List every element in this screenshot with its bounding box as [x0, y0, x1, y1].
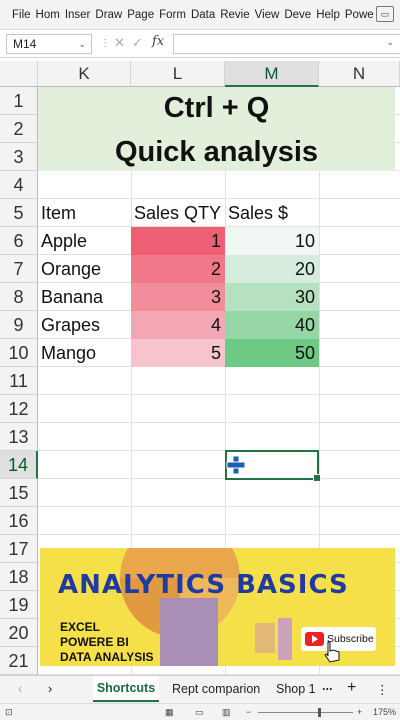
- zoom-level[interactable]: 175%: [373, 707, 396, 717]
- chevron-left-icon[interactable]: ‹: [18, 682, 22, 696]
- cell-item[interactable]: Grapes: [41, 311, 131, 339]
- ribbon-tab-review[interactable]: Revie: [220, 9, 249, 21]
- ribbon-tab-insert[interactable]: Inser: [65, 9, 91, 21]
- row-header[interactable]: 11: [0, 367, 38, 395]
- page-break-view-icon[interactable]: ▥: [222, 707, 231, 718]
- more-sheets-button[interactable]: ...: [322, 679, 332, 693]
- cell-sales[interactable]: 20: [225, 255, 319, 283]
- cancel-enter-icons: ✕✓: [114, 35, 150, 50]
- chevron-down-icon[interactable]: ⌄: [78, 35, 86, 53]
- cell-sales[interactable]: 40: [225, 311, 319, 339]
- row-header[interactable]: 16: [0, 507, 38, 535]
- ribbon-tab-power[interactable]: Powe: [345, 9, 374, 21]
- banner-line: DATA ANALYSIS: [60, 650, 154, 664]
- cell-item[interactable]: Banana: [41, 283, 131, 311]
- tab-rept-comparion[interactable]: Rept comparion: [172, 682, 260, 696]
- cell-sales[interactable]: 50: [225, 339, 319, 367]
- title-shortcut: Ctrl + Q: [163, 92, 270, 124]
- row-header[interactable]: 17: [0, 535, 38, 563]
- row-header[interactable]: 1: [0, 87, 38, 115]
- column-header-n[interactable]: N: [319, 61, 400, 87]
- cell-select-cursor-icon: [226, 455, 246, 475]
- hand-pointer-icon: [324, 641, 340, 663]
- ribbon-tab-view[interactable]: View: [255, 9, 280, 21]
- cell-qty[interactable]: 3: [131, 283, 225, 311]
- formula-input[interactable]: ⌄: [173, 34, 400, 54]
- comments-icon[interactable]: ▭: [376, 6, 394, 22]
- add-sheet-button[interactable]: +: [347, 679, 356, 697]
- header-sales-amount[interactable]: Sales $: [228, 199, 319, 227]
- column-header-k[interactable]: K: [38, 61, 131, 87]
- column-header-m[interactable]: M: [225, 61, 319, 87]
- cell-sales[interactable]: 10: [225, 227, 319, 255]
- ribbon-tab-data[interactable]: Data: [191, 9, 215, 21]
- macro-record-icon[interactable]: ⊡: [5, 707, 13, 718]
- name-box-value: M14: [13, 37, 37, 51]
- ribbon-tab-home[interactable]: Hom: [36, 9, 60, 21]
- promo-banner[interactable]: ANALYTICS BASICS EXCEL POWERE BI DATA AN…: [40, 548, 395, 666]
- chevron-right-icon[interactable]: ›: [48, 682, 52, 696]
- ribbon-tab-file[interactable]: File: [12, 9, 31, 21]
- cell-qty[interactable]: 4: [131, 311, 225, 339]
- ribbon-tabs: File Hom Inser Draw Page Form Data Revie…: [0, 0, 400, 30]
- row-header[interactable]: 20: [0, 619, 38, 647]
- row-header[interactable]: 21: [0, 647, 38, 675]
- tab-shortcuts[interactable]: Shortcuts: [93, 676, 159, 702]
- cell-item[interactable]: Apple: [41, 227, 131, 255]
- drag-handle-icon[interactable]: ⋮: [100, 38, 110, 49]
- row-header[interactable]: 18: [0, 563, 38, 591]
- zoom-in-button[interactable]: +: [357, 707, 362, 717]
- select-all-corner[interactable]: [0, 61, 38, 87]
- row-header[interactable]: 9: [0, 311, 38, 339]
- expand-formula-icon[interactable]: ⌄: [386, 37, 394, 48]
- normal-view-icon[interactable]: ▦: [165, 707, 174, 718]
- banner-line: EXCEL: [60, 620, 101, 634]
- row-header[interactable]: 12: [0, 395, 38, 423]
- row-header-selected[interactable]: 14: [0, 451, 38, 479]
- cell-qty[interactable]: 1: [131, 227, 225, 255]
- row-header[interactable]: 3: [0, 143, 38, 171]
- zoom-slider-handle[interactable]: [318, 708, 321, 717]
- row-header[interactable]: 10: [0, 339, 38, 367]
- status-bar: ⊡ ▦ ▭ ▥ − + 175%: [0, 703, 400, 720]
- sheet-menu-button[interactable]: ⋮: [376, 682, 389, 697]
- ribbon-tab-page-layout[interactable]: Page: [127, 9, 154, 21]
- zoom-out-button[interactable]: −: [246, 707, 251, 717]
- row-header[interactable]: 5: [0, 199, 38, 227]
- row-header[interactable]: 13: [0, 423, 38, 451]
- banner-title: ANALYTICS BASICS: [58, 570, 349, 600]
- ribbon-tab-developer[interactable]: Deve: [284, 9, 311, 21]
- row-header[interactable]: 2: [0, 115, 38, 143]
- page-layout-view-icon[interactable]: ▭: [195, 707, 204, 718]
- zoom-slider[interactable]: [258, 712, 353, 713]
- row-header[interactable]: 15: [0, 479, 38, 507]
- sheet-tabs-bar: ‹ › Shortcuts Rept comparion Shop 1 ... …: [0, 675, 400, 703]
- ribbon-tab-draw[interactable]: Draw: [95, 9, 122, 21]
- cell-qty[interactable]: 2: [131, 255, 225, 283]
- header-sales-qty[interactable]: Sales QTY: [134, 199, 225, 227]
- row-header[interactable]: 4: [0, 171, 38, 199]
- cell-item[interactable]: Orange: [41, 255, 131, 283]
- row-header[interactable]: 19: [0, 591, 38, 619]
- row-header[interactable]: 7: [0, 255, 38, 283]
- cell-sales[interactable]: 30: [225, 283, 319, 311]
- ribbon-tab-formulas[interactable]: Form: [159, 9, 186, 21]
- row-header[interactable]: 8: [0, 283, 38, 311]
- insert-function-button[interactable]: fx: [152, 34, 164, 49]
- header-item[interactable]: Item: [41, 199, 131, 227]
- name-box[interactable]: M14 ⌄: [6, 34, 92, 54]
- cell-qty[interactable]: 5: [131, 339, 225, 367]
- banner-line: POWERE BI: [60, 635, 129, 649]
- tab-shop-1[interactable]: Shop 1: [276, 682, 316, 696]
- formula-bar: M14 ⌄ ⋮ ✕✓ fx ⌄: [0, 30, 400, 58]
- column-header-l[interactable]: L: [131, 61, 225, 87]
- cell-item[interactable]: Mango: [41, 339, 131, 367]
- title-feature: Quick analysis: [114, 136, 319, 168]
- row-header[interactable]: 6: [0, 227, 38, 255]
- ribbon-tab-help[interactable]: Help: [316, 9, 340, 21]
